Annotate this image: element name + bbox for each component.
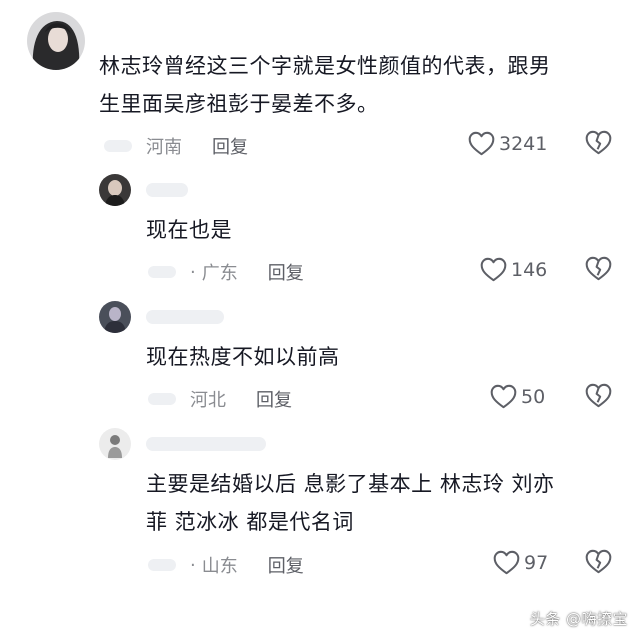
comment-time [148, 559, 176, 571]
heart-outline-icon [468, 131, 495, 156]
comment-meta: 河北 回复 [148, 386, 292, 412]
comment-text: 主要是结婚以后 息影了基本上 林志玲 刘亦 菲 范冰冰 都是代名词 [146, 472, 555, 534]
heart-outline-icon [493, 550, 520, 575]
like-count: 3241 [499, 132, 548, 155]
comment-time [148, 266, 176, 278]
avatar[interactable] [99, 174, 131, 206]
username[interactable] [146, 183, 188, 197]
comment-location: 河北 [190, 390, 226, 411]
avatar[interactable] [99, 301, 131, 333]
like-count: 50 [521, 385, 546, 408]
heart-outline-icon [480, 257, 507, 282]
reply-button[interactable]: 回复 [268, 259, 304, 285]
broken-heart-icon [585, 549, 612, 574]
comment-text: 现在也是 [146, 218, 232, 242]
like-count: 97 [524, 551, 549, 574]
comment-time [104, 140, 132, 152]
comment-meta: 河南 回复 [104, 133, 248, 159]
reply-button[interactable]: 回复 [212, 133, 248, 159]
username[interactable] [146, 437, 266, 451]
watermark: 头条 @嗨撩宝 [529, 610, 628, 628]
like-count: 146 [511, 258, 548, 281]
comment-text: 林志玲曾经这三个字就是女性颜值的代表，跟男 生里面吴彦祖彭于晏差不多。 [99, 54, 551, 116]
heart-outline-icon [490, 384, 517, 409]
broken-heart-icon [585, 130, 612, 155]
like-button[interactable]: 146 [480, 257, 547, 282]
avatar[interactable] [27, 12, 85, 70]
reply-button[interactable]: 回复 [268, 552, 304, 578]
broken-heart-icon [585, 256, 612, 281]
dislike-button[interactable] [585, 549, 612, 578]
comment-location: 广东 [201, 263, 238, 284]
comment-text: 现在热度不如以前高 [146, 345, 340, 369]
username[interactable] [146, 310, 224, 324]
like-button[interactable]: 3241 [468, 131, 547, 156]
like-button[interactable]: 50 [490, 384, 545, 409]
comment-meta: · 广东 回复 [148, 259, 304, 285]
comment-meta: · 山东 回复 [148, 552, 304, 578]
like-button[interactable]: 97 [493, 550, 548, 575]
comment-time [148, 393, 176, 405]
comment-location: 河南 [146, 137, 182, 158]
dislike-button[interactable] [585, 256, 612, 285]
comment-location: 山东 [201, 556, 238, 577]
avatar[interactable] [99, 428, 131, 460]
reply-button[interactable]: 回复 [256, 386, 292, 412]
dislike-button[interactable] [585, 130, 612, 159]
broken-heart-icon [585, 383, 612, 408]
dislike-button[interactable] [585, 383, 612, 412]
